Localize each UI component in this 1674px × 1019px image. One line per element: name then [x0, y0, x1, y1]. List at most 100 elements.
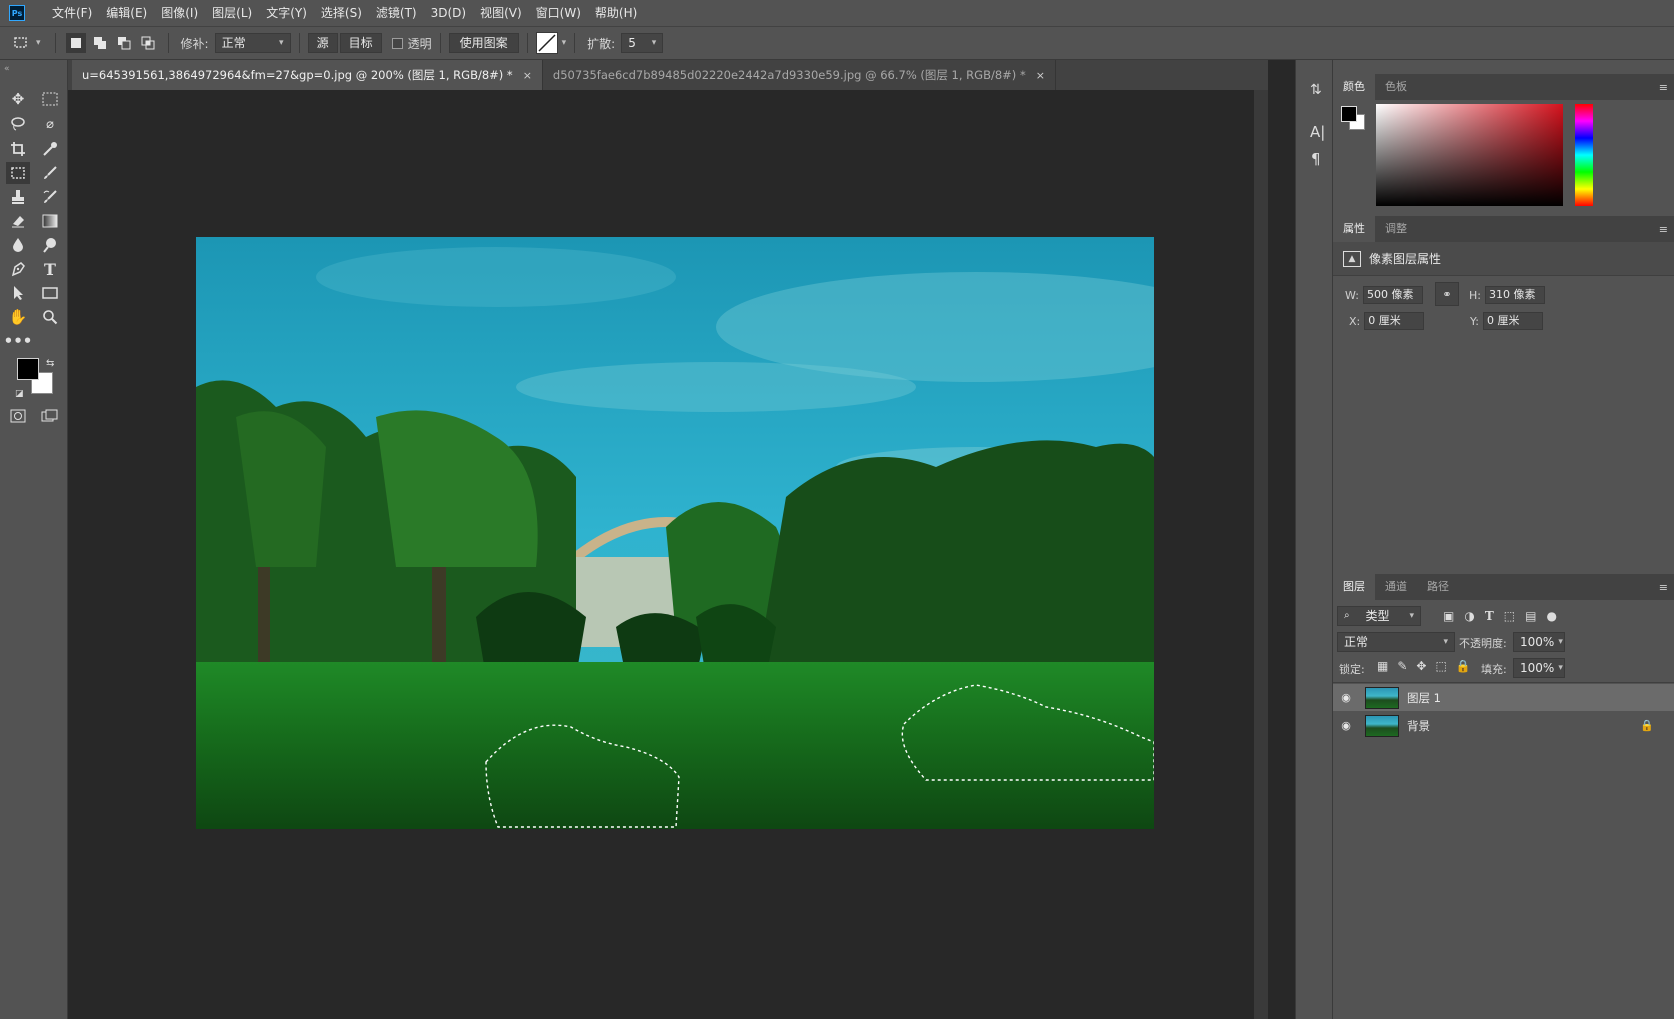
quick-mask-button[interactable] — [6, 405, 30, 427]
intersect-selection-button[interactable] — [138, 33, 158, 53]
y-input[interactable]: 0 厘米 — [1482, 312, 1543, 330]
document-tab-active[interactable]: u=645391561,3864972964&fm=27&gp=0.jpg @ … — [72, 60, 543, 90]
lock-transparent-pixels-icon[interactable]: ▦ — [1377, 659, 1388, 673]
smart-object-filter-icon[interactable]: ▤ — [1525, 609, 1536, 623]
patch-mode-select[interactable]: 正常 ▾ — [214, 33, 291, 53]
panel-menu-icon[interactable]: ≡ — [1659, 81, 1668, 94]
tab-adjustments[interactable]: 调整 — [1375, 216, 1417, 242]
dodge-tool[interactable] — [38, 234, 62, 256]
close-icon[interactable]: × — [523, 69, 532, 82]
screen-mode-button[interactable] — [38, 405, 62, 427]
diffusion-select[interactable]: 5 ▾ — [621, 33, 664, 53]
document-image[interactable] — [196, 237, 1154, 829]
clone-stamp-tool[interactable] — [6, 186, 30, 208]
menu-filter[interactable]: 滤镜(T) — [369, 0, 424, 26]
x-input[interactable]: 0 厘米 — [1364, 312, 1425, 330]
crop-tool[interactable] — [6, 138, 30, 160]
path-selection-tool[interactable] — [6, 282, 30, 304]
menu-type[interactable]: 文字(Y) — [259, 0, 314, 26]
lock-position-icon[interactable]: ✥ — [1416, 659, 1426, 673]
magnifier-icon — [43, 310, 58, 325]
pixel-filter-icon[interactable]: ▣ — [1443, 609, 1454, 623]
fill-input[interactable]: 100% ▾ — [1513, 658, 1565, 678]
blur-tool[interactable] — [6, 234, 30, 256]
layer-row[interactable]: ◉ 图层 1 — [1333, 684, 1674, 711]
menu-view[interactable]: 视图(V) — [473, 0, 529, 26]
shape-filter-icon[interactable]: ⬚ — [1504, 609, 1515, 623]
vertical-scrollbar[interactable] — [1254, 90, 1268, 1019]
tab-properties[interactable]: 属性 — [1333, 216, 1375, 242]
character-panel-icon[interactable]: A| — [1310, 123, 1325, 141]
new-selection-button[interactable] — [65, 33, 86, 53]
opacity-input[interactable]: 100% ▾ — [1513, 632, 1565, 652]
transparent-option[interactable]: 透明 — [391, 35, 432, 52]
tab-color[interactable]: 颜色 — [1333, 74, 1375, 100]
subtract-selection-button[interactable] — [114, 33, 134, 53]
foreground-color-swatch[interactable] — [17, 358, 39, 380]
history-brush-tool[interactable] — [38, 186, 62, 208]
menu-image[interactable]: 图像(I) — [154, 0, 205, 26]
collapse-arrows-icon[interactable]: « — [4, 64, 10, 74]
menu-layer[interactable]: 图层(L) — [205, 0, 259, 26]
pattern-swatch[interactable] — [535, 32, 558, 54]
menu-edit[interactable]: 编辑(E) — [99, 0, 154, 26]
swap-colors-icon[interactable]: ⇆ — [46, 358, 54, 369]
quick-selection-tool[interactable]: ⌀ — [38, 113, 62, 135]
hand-tool[interactable]: ✋ — [6, 306, 30, 328]
zoom-tool[interactable] — [38, 306, 62, 328]
color-field[interactable] — [1376, 104, 1563, 206]
move-tool[interactable]: ✥ — [6, 88, 30, 110]
history-panel-icon[interactable]: ⇅ — [1310, 82, 1322, 98]
visibility-eye-icon[interactable]: ◉ — [1333, 691, 1359, 704]
patch-tool[interactable] — [6, 162, 30, 184]
tab-swatches[interactable]: 色板 — [1375, 74, 1417, 100]
height-input[interactable]: 310 像素 — [1484, 286, 1545, 304]
layer-filter-select[interactable]: ⌕ 类型 ▾ — [1337, 606, 1421, 626]
pen-tool[interactable] — [6, 258, 30, 280]
lasso-tool[interactable] — [6, 113, 30, 135]
link-icon[interactable]: ⚭ — [1435, 282, 1459, 306]
width-input[interactable]: 500 像素 — [1362, 286, 1423, 304]
hue-slider[interactable] — [1575, 104, 1593, 206]
document-tab[interactable]: d50735fae6cd7b89485d02220e2442a7d9330e59… — [543, 60, 1056, 90]
eyedropper-tool[interactable] — [38, 138, 62, 160]
target-button[interactable]: 目标 — [339, 33, 382, 53]
add-selection-button[interactable] — [90, 33, 110, 53]
type-tool[interactable]: T — [38, 258, 62, 280]
menu-help[interactable]: 帮助(H) — [588, 0, 644, 26]
menu-3d[interactable]: 3D(D) — [424, 0, 473, 26]
patch-tool-preset-button[interactable] — [12, 35, 32, 51]
menu-window[interactable]: 窗口(W) — [529, 0, 588, 26]
chevron-down-icon[interactable]: ▾ — [36, 38, 41, 48]
filter-toggle-icon[interactable]: ● — [1546, 609, 1556, 623]
use-pattern-button[interactable]: 使用图案 — [448, 33, 519, 53]
close-icon[interactable]: × — [1036, 69, 1045, 82]
blend-mode-select[interactable]: 正常 ▾ — [1337, 632, 1455, 652]
foreground-color-swatch[interactable] — [1341, 106, 1357, 122]
tab-channels[interactable]: 通道 — [1375, 574, 1417, 600]
lock-image-pixels-icon[interactable]: ✎ — [1397, 659, 1407, 673]
default-colors-icon[interactable]: ◪ — [15, 389, 24, 399]
lock-all-icon[interactable]: 🔒 — [1456, 659, 1471, 673]
chevron-down-icon[interactable]: ▾ — [562, 38, 567, 48]
menu-file[interactable]: 文件(F) — [45, 0, 99, 26]
marquee-tool[interactable] — [38, 88, 62, 110]
source-button[interactable]: 源 — [307, 33, 338, 53]
gradient-tool[interactable] — [38, 210, 62, 232]
eraser-tool[interactable] — [6, 210, 30, 232]
type-filter-icon[interactable]: T — [1485, 609, 1494, 623]
adjustment-filter-icon[interactable]: ◑ — [1464, 609, 1474, 623]
visibility-eye-icon[interactable]: ◉ — [1333, 719, 1359, 732]
rectangle-tool[interactable] — [38, 282, 62, 304]
tab-paths[interactable]: 路径 — [1417, 574, 1459, 600]
more-tools-button[interactable]: ••• — [4, 330, 33, 352]
menu-select[interactable]: 选择(S) — [314, 0, 369, 26]
tab-layers[interactable]: 图层 — [1333, 574, 1375, 600]
panel-menu-icon[interactable]: ≡ — [1659, 223, 1668, 236]
paragraph-panel-icon[interactable]: ¶ — [1311, 150, 1321, 168]
brush-tool[interactable] — [38, 162, 62, 184]
layer-row[interactable]: ◉ 背景 🔒 — [1333, 712, 1674, 739]
lock-artboard-icon[interactable]: ⬚ — [1435, 659, 1446, 673]
panel-menu-icon[interactable]: ≡ — [1659, 581, 1668, 594]
transparent-checkbox[interactable] — [391, 37, 403, 49]
